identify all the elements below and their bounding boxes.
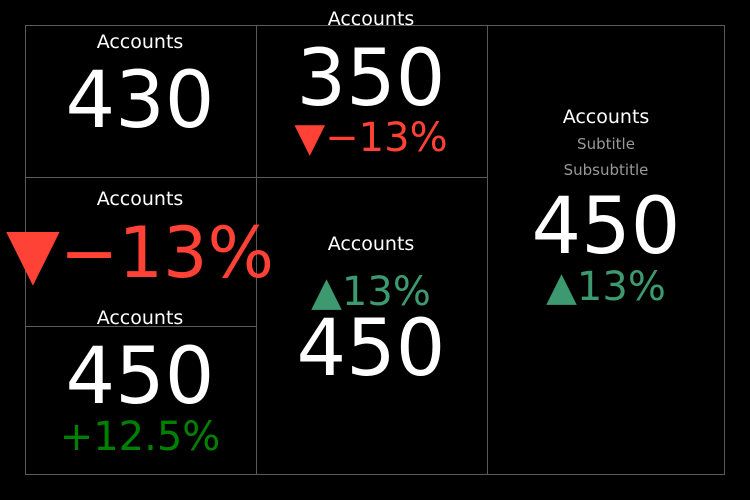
grid-outer-right [724, 25, 725, 475]
indicator-6-value: 450 [65, 332, 215, 422]
indicator-6-title: Accounts [96, 307, 184, 329]
indicator-2-delta: ▼−13% [294, 115, 448, 161]
indicator-3-value: 450 [531, 182, 681, 272]
indicator-1-title: Accounts [96, 31, 184, 53]
indicator-5-value: 450 [296, 304, 446, 394]
indicator-3-title: Accounts [562, 106, 650, 128]
indicator-3-subtitle: Subtitle [577, 135, 635, 153]
indicator-3-subsubtitle: Subsubtitle [563, 161, 649, 179]
indicator-2-title: Accounts [327, 8, 415, 30]
indicator-5-title: Accounts [327, 233, 415, 255]
grid-outer-bottom [25, 474, 725, 475]
grid-col-divider-2 [487, 25, 488, 475]
grid-row-divider-1 [25, 177, 487, 178]
indicator-2-value: 350 [296, 34, 446, 124]
indicator-4-title: Accounts [96, 188, 184, 210]
indicator-1-value: 430 [65, 56, 215, 146]
indicator-3-delta: ▲13% [546, 264, 666, 310]
indicator-4-delta: ▼−13% [5, 212, 275, 294]
indicator-6-delta: +12.5% [59, 414, 221, 460]
